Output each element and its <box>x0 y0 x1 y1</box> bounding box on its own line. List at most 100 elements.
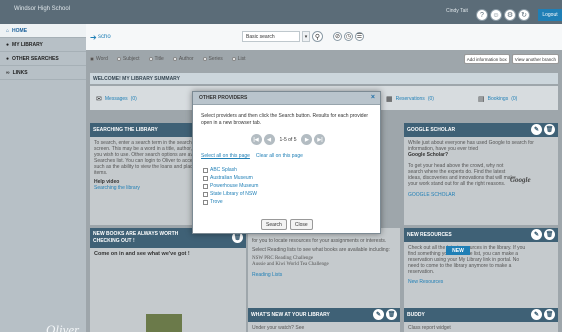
search-button[interactable]: ⚲ <box>312 31 323 42</box>
lists-icon[interactable]: ☰ <box>355 32 364 41</box>
provider-label: ABC Splash <box>210 167 237 173</box>
provider-state-library-nsw[interactable]: State Library of NSW <box>203 191 258 197</box>
reservations-summary[interactable]: ▦ Reservations (0) <box>386 95 434 103</box>
dialog-header: OTHER PROVIDERS × <box>193 92 380 105</box>
scope-list[interactable]: List <box>231 56 246 62</box>
chevron-down-icon[interactable]: ▾ <box>302 31 310 42</box>
refresh-icon[interactable]: ↻ <box>518 9 530 21</box>
edit-icon[interactable]: ✎ <box>531 309 542 320</box>
edit-icon[interactable]: ✎ <box>531 229 542 240</box>
trash-icon[interactable]: 🗑 <box>544 124 555 135</box>
new-resources-panel: NEW RESOURCES ✎ 🗑 Check out all the late… <box>404 228 558 308</box>
sidebar-item-links[interactable]: ∞ LINKS <box>0 66 86 80</box>
bookings-summary[interactable]: ▤ Bookings (0) <box>478 95 517 103</box>
bookings-label: Bookings <box>487 96 509 102</box>
user-name: Cindy Tait <box>446 8 468 14</box>
scope-series[interactable]: Series <box>202 56 223 62</box>
profile-icon[interactable]: ☺ <box>490 9 502 21</box>
trash-icon[interactable]: 🗑 <box>544 309 555 320</box>
checkbox[interactable] <box>203 199 208 205</box>
close-button[interactable]: Close <box>289 219 313 230</box>
sidebar-item-other-searches[interactable]: ● OTHER SEARCHES <box>0 52 86 66</box>
sidebar-item-label: OTHER SEARCHES <box>12 55 59 62</box>
panel-heading: BUDDY ✎ 🗑 <box>404 308 558 322</box>
edit-icon[interactable]: ✎ <box>373 309 384 320</box>
prev-page-icon[interactable]: ◀ <box>263 134 275 145</box>
provider-label: Trove <box>210 199 223 205</box>
panel-title: NEW BOOKS ARE ALWAYS WORTH CHECKING OUT … <box>93 231 179 244</box>
new-badge: NEW <box>446 246 470 255</box>
top-icons: ? ☺ ⚙ ↻ <box>476 9 530 21</box>
people-icon: ● <box>6 55 10 62</box>
radio-dot <box>148 57 153 61</box>
panel-heading: NEW RESOURCES ✎ 🗑 <box>404 228 558 242</box>
trash-icon[interactable]: 🗑 <box>386 309 397 320</box>
history-icon[interactable]: ◷ <box>344 32 353 41</box>
panel-text: To get your head above the crowd, why no… <box>408 163 516 187</box>
scope-author[interactable]: Author <box>172 56 194 62</box>
pagination: |◀ ◀ 1-5 of 5 ▶ ▶| <box>248 132 328 147</box>
scope-title[interactable]: Title <box>148 56 164 62</box>
panel-text: Class report widget <box>408 325 451 331</box>
google-logo: Google <box>510 176 531 184</box>
messages-label: Messages <box>104 96 128 102</box>
panel-body: for you to locate resources for your ass… <box>248 228 400 281</box>
messages-summary[interactable]: ✉ Messages (0) <box>96 95 137 103</box>
first-page-icon[interactable]: |◀ <box>250 134 262 145</box>
page-info: 1-5 of 5 <box>279 136 297 143</box>
provider-label: Powerhouse Museum <box>210 183 259 189</box>
clear-all-link[interactable]: Clear all on this page <box>256 153 303 159</box>
calendar-icon: ▤ <box>478 96 485 103</box>
checkbox[interactable] <box>203 175 208 181</box>
select-all-link[interactable]: Select all on this page <box>201 153 250 159</box>
panel-body: While just about everyone has used Googl… <box>404 137 558 201</box>
settings-icon[interactable]: ⚙ <box>504 9 516 21</box>
panel-body: Check out all the latest resources in th… <box>404 242 558 288</box>
provider-abc-splash[interactable]: ABC Splash <box>203 167 258 173</box>
edit-icon[interactable]: ✎ <box>531 124 542 135</box>
books-image <box>146 314 182 332</box>
add-information-box-button[interactable]: Add information box <box>463 54 510 64</box>
scope-word[interactable]: Word <box>90 56 108 62</box>
checkbox[interactable] <box>203 183 208 189</box>
checkbox[interactable] <box>203 191 208 197</box>
sidebar-item-label: HOME <box>12 27 28 34</box>
help-icon[interactable]: ? <box>476 9 488 21</box>
provider-powerhouse-museum[interactable]: Powerhouse Museum <box>203 183 258 189</box>
message-icon: ✉ <box>96 96 102 103</box>
school-name: Windsor High School <box>14 6 71 12</box>
view-another-branch-button[interactable]: View another branch <box>511 54 559 64</box>
panel-text: Come on in and see what we've got ! <box>94 251 190 257</box>
logout-button[interactable]: Logout <box>538 9 562 21</box>
checkbox[interactable] <box>203 167 208 173</box>
new-resources-link[interactable]: New Resources <box>408 279 554 285</box>
next-page-icon[interactable]: ▶ <box>301 134 313 145</box>
clear-search-icon[interactable]: ⊘ <box>333 32 342 41</box>
whats-new-panel: WHAT'S NEW AT YOUR LIBRARY ✎ 🗑 Under you… <box>248 308 400 332</box>
reading-lists-link[interactable]: Reading Lists <box>252 272 396 278</box>
buddy-panel: BUDDY ✎ 🗑 Class report widget <box>404 308 558 332</box>
search-button[interactable]: Search <box>261 219 287 230</box>
scope-subject[interactable]: Subject <box>116 56 140 62</box>
panel-icons: ✎ 🗑 <box>373 309 397 320</box>
dialog-instructions: Select providers and then click the Sear… <box>201 113 369 126</box>
sidebar-item-home[interactable]: ⌂ HOME <box>0 24 86 38</box>
sidebar-item-my-library[interactable]: ● MY LIBRARY <box>0 38 86 52</box>
provider-australian-museum[interactable]: Australian Museum <box>203 175 258 181</box>
provider-label: State Library of NSW <box>210 191 257 197</box>
help-video-link[interactable]: Searching the library <box>94 185 140 191</box>
radio-dot <box>116 57 121 61</box>
provider-trove[interactable]: Trove <box>203 199 258 205</box>
panel-title: SEARCHING THE LIBRARY <box>93 127 158 133</box>
search-type-select[interactable]: Basic search <box>242 31 300 42</box>
dialog-buttons: Search Close <box>261 219 313 230</box>
panel-title: NEW RESOURCES <box>407 232 452 238</box>
provider-list: ABC Splash Australian Museum Powerhouse … <box>203 167 258 205</box>
selection-links: Select all on this page Clear all on thi… <box>201 153 303 159</box>
panel-text: While just about everyone has used Googl… <box>408 140 534 152</box>
close-icon[interactable]: × <box>371 94 375 102</box>
google-scholar-link[interactable]: GOOGLE SCHOLAR <box>408 192 554 198</box>
last-page-icon[interactable]: ▶| <box>314 134 326 145</box>
sidebar-item-label: LINKS <box>12 69 28 76</box>
trash-icon[interactable]: 🗑 <box>544 229 555 240</box>
